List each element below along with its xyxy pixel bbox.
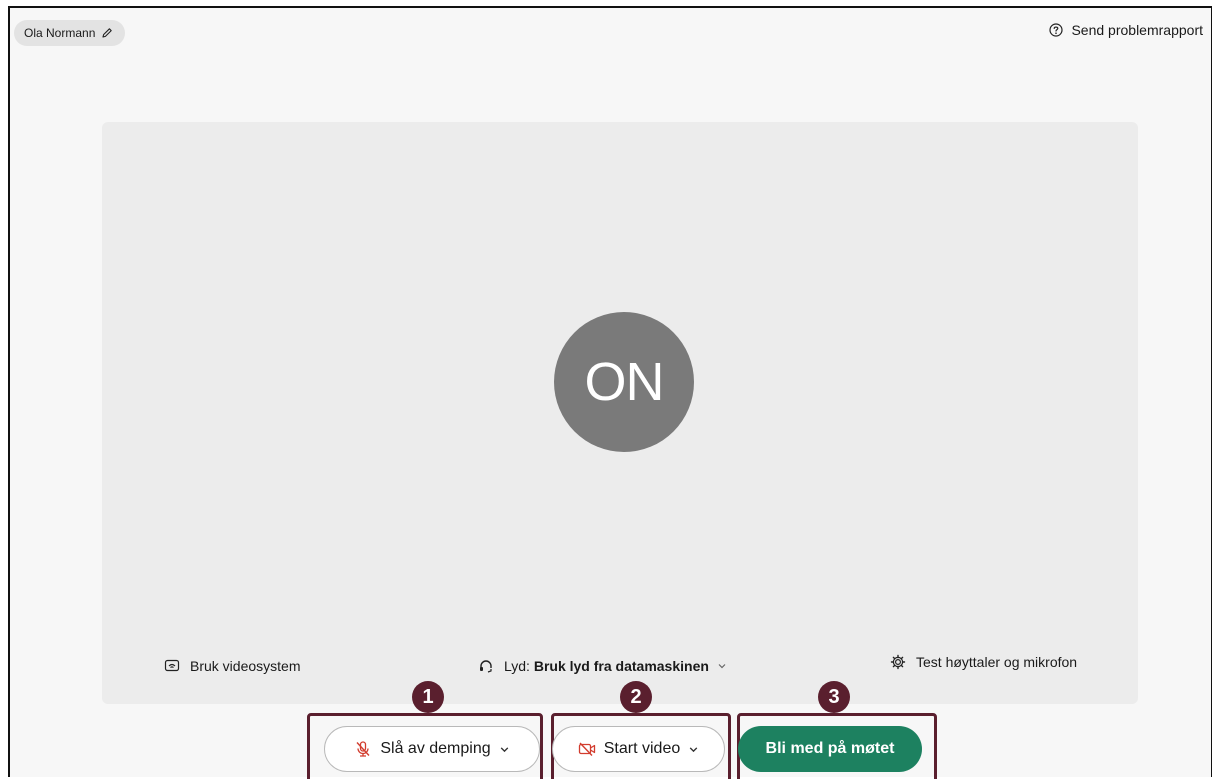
unmute-label: Slå av demping <box>380 740 491 757</box>
audio-value: Bruk lyd fra datamaskinen <box>533 658 709 674</box>
question-circle-icon <box>1049 23 1064 37</box>
callout-badge-3: 3 <box>818 681 850 713</box>
test-devices-label: Test høyttaler og mikrofon <box>916 654 1078 670</box>
audio-prefix: Lyd: <box>504 658 530 674</box>
send-problem-report-label: Send problemrapport <box>1071 22 1203 38</box>
video-off-icon <box>578 742 595 756</box>
avatar-initials: ON <box>584 352 665 412</box>
audio-connection-dropdown[interactable]: Lyd: Bruk lyd fra datamaskinen <box>478 658 727 674</box>
chevron-down-icon <box>718 664 726 669</box>
join-meeting-label: Bli med på møtet <box>765 740 895 757</box>
pencil-icon <box>102 28 113 38</box>
microphone-muted-icon <box>356 741 370 757</box>
video-system-icon <box>164 659 180 672</box>
gear-icon <box>890 654 906 670</box>
start-video-button[interactable]: Start video <box>552 726 725 772</box>
callout-badge-2: 2 <box>620 681 652 713</box>
join-meeting-button[interactable]: Bli med på møtet <box>738 726 922 772</box>
audio-label: Lyd: Bruk lyd fra datamaskinen <box>504 658 709 674</box>
self-view-preview: ON Bruk videosystem Lyd: Bruk lyd fra da… <box>102 122 1138 704</box>
callout-badge-1: 1 <box>412 681 444 713</box>
use-video-system-label: Bruk videosystem <box>190 658 301 674</box>
chevron-down-icon[interactable] <box>688 744 699 755</box>
send-problem-report-link[interactable]: Send problemrapport <box>1049 22 1203 38</box>
use-video-system-button[interactable]: Bruk videosystem <box>164 658 300 674</box>
avatar: ON <box>554 312 694 452</box>
meeting-preview-window: Ola Normann Send problemrapport ON Bruk … <box>8 6 1212 779</box>
user-name-chip[interactable]: Ola Normann <box>14 20 126 46</box>
unmute-button[interactable]: Slå av demping <box>324 726 540 772</box>
chevron-down-icon[interactable] <box>499 744 510 755</box>
user-name: Ola Normann <box>24 26 96 40</box>
test-speaker-microphone-button[interactable]: Test høyttaler og mikrofon <box>890 654 1077 670</box>
start-video-label: Start video <box>603 740 681 757</box>
headset-icon <box>480 660 492 673</box>
